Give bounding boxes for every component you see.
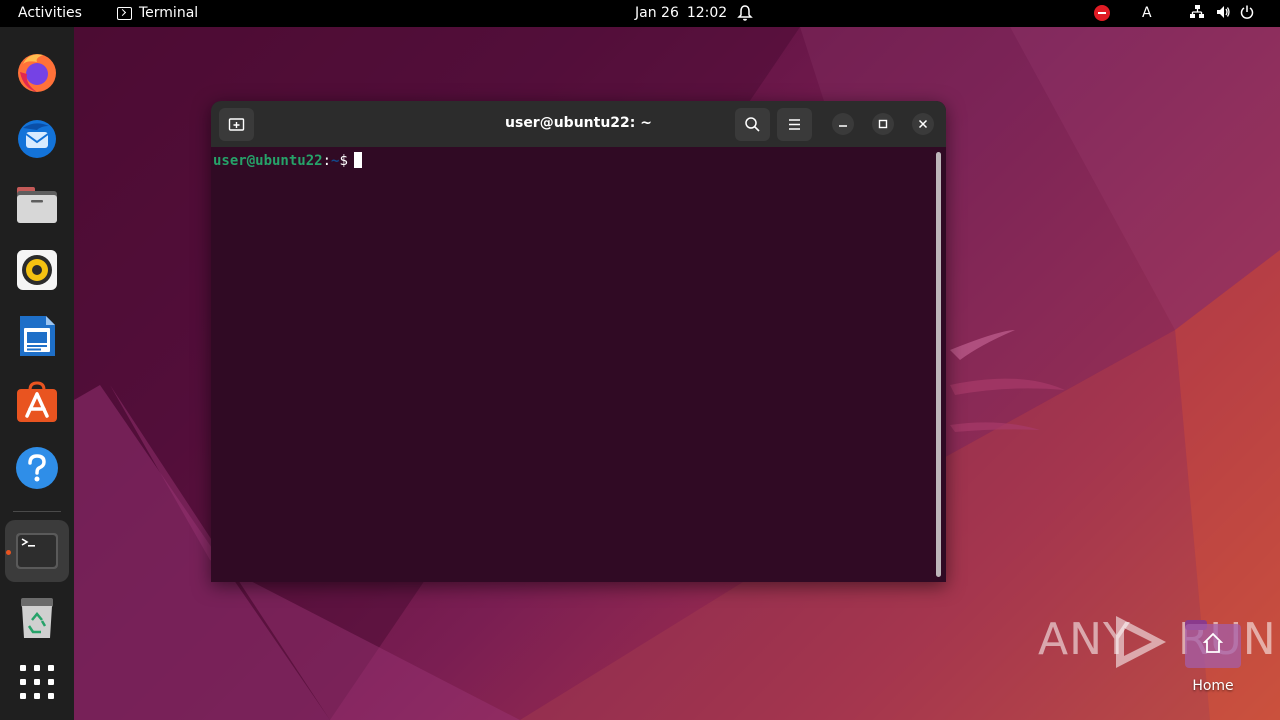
dock-item-terminal[interactable] [5, 520, 69, 582]
clock-time: 12:02 [686, 5, 728, 21]
app-menu-label: Terminal [139, 5, 199, 21]
grid-dot [48, 679, 54, 685]
terminal-titlebar[interactable]: user@ubuntu22: ~ [211, 101, 946, 147]
software-icon [17, 381, 57, 422]
grid-dot [20, 679, 26, 685]
firefox-icon [18, 54, 56, 92]
close-button[interactable] [912, 113, 934, 135]
dock-item-rhythmbox[interactable] [5, 239, 69, 301]
thunderbird-icon [18, 120, 56, 158]
dock [0, 27, 74, 720]
keyboard-layout-indicator[interactable]: A [1142, 5, 1152, 21]
text-cursor [353, 152, 362, 168]
notification-bell-icon[interactable] [737, 4, 753, 26]
menu-button[interactable] [777, 108, 812, 141]
terminal-icon [16, 533, 58, 569]
maximize-icon [878, 119, 888, 129]
terminal-window[interactable]: user@ubuntu22: ~ user@ubuntu22:~$ [211, 101, 946, 582]
activities-button[interactable]: Activities [18, 5, 82, 21]
clock-date: Jan 26 [635, 5, 679, 21]
prompt-user: user@ubuntu22 [213, 153, 323, 169]
home-folder-label: Home [1192, 678, 1234, 694]
network-icon[interactable] [1189, 4, 1205, 24]
dock-item-writer[interactable] [5, 305, 69, 367]
grid-dot [20, 665, 26, 671]
minimize-button[interactable] [832, 113, 854, 135]
close-icon [918, 119, 928, 129]
show-applications-button[interactable] [20, 665, 54, 699]
do-not-disturb-icon[interactable] [1094, 5, 1110, 21]
prompt-symbol: $ [339, 153, 348, 169]
rhythmbox-icon [17, 250, 57, 290]
trash-icon [21, 598, 53, 638]
search-icon [745, 117, 760, 132]
grid-dot [48, 693, 54, 699]
power-icon[interactable] [1239, 4, 1255, 24]
grid-dot [34, 679, 40, 685]
maximize-button[interactable] [872, 113, 894, 135]
grid-dot [48, 665, 54, 671]
terminal-scrollbar[interactable] [936, 152, 941, 577]
grid-dot [20, 693, 26, 699]
home-folder-icon[interactable] [1185, 620, 1241, 668]
running-indicator [6, 550, 11, 555]
top-bar: Activities Terminal Jan 26 12:02 A [0, 0, 1280, 27]
volume-icon[interactable] [1215, 4, 1231, 24]
dock-item-files[interactable] [5, 173, 69, 235]
dock-item-ubuntu-software[interactable] [5, 371, 69, 433]
terminal-mini-icon [117, 6, 132, 20]
grid-dot [34, 665, 40, 671]
writer-icon [20, 316, 55, 356]
grid-dot [34, 693, 40, 699]
terminal-body[interactable]: user@ubuntu22:~$ [211, 147, 946, 582]
dock-item-trash[interactable] [5, 587, 69, 649]
files-icon [17, 187, 57, 223]
search-button[interactable] [735, 108, 770, 141]
play-logo-icon [1116, 616, 1166, 668]
dock-item-thunderbird[interactable] [5, 107, 69, 169]
help-icon [16, 447, 58, 489]
dock-item-help[interactable] [5, 437, 69, 499]
hamburger-menu-icon [789, 119, 800, 130]
dock-separator [13, 511, 61, 512]
shell-prompt: user@ubuntu22:~$ [213, 152, 362, 169]
dock-item-firefox[interactable] [5, 41, 69, 103]
prompt-separator: : [322, 153, 332, 169]
minimize-icon [839, 125, 847, 127]
app-menu[interactable]: Terminal [117, 5, 198, 21]
clock[interactable]: Jan 26 12:02 [635, 5, 727, 21]
